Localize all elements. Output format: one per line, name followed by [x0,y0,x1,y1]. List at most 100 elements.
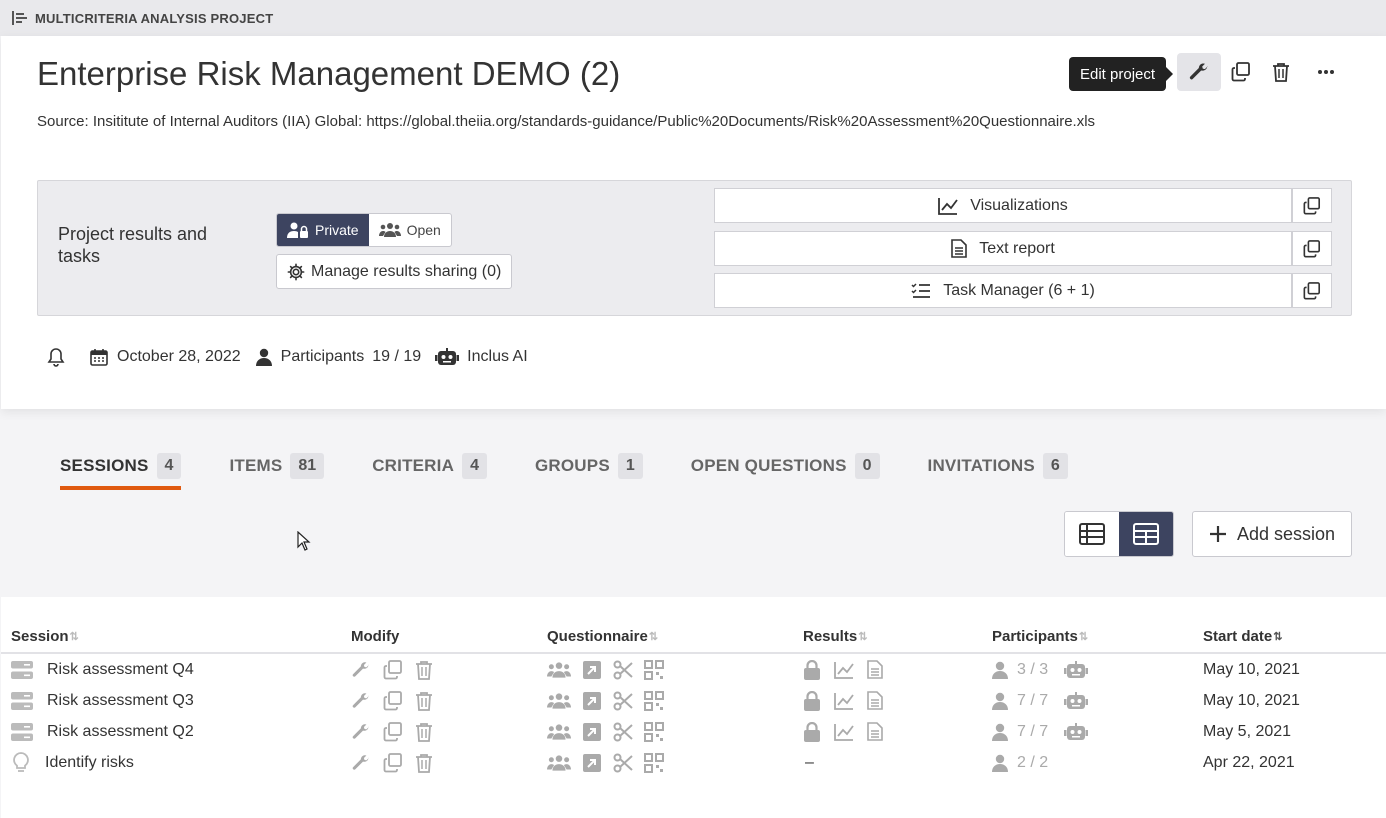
project-meta: October 28, 2022 Participants 19 / 19 In… [47,347,528,367]
visualizations-button[interactable]: Visualizations [714,188,1292,223]
more-options-button[interactable] [1304,53,1348,91]
open-external-icon[interactable] [582,753,602,773]
copy-icon [1303,239,1321,257]
table-row[interactable]: Risk assessment Q4 3 / 3 May 10, 2021 [1,654,1386,685]
edit-project-tooltip: Edit project [1069,57,1174,91]
trash-icon[interactable] [415,753,433,773]
lock-icon[interactable] [803,659,821,680]
notifications-button[interactable] [47,347,65,367]
modify-actions [351,685,433,716]
mouse-cursor-icon [297,531,311,551]
copy-icon[interactable] [383,659,403,680]
wrench-icon[interactable] [351,691,371,711]
open-external-icon[interactable] [582,660,602,680]
wrench-icon[interactable] [351,753,371,773]
sort-icon: ⇅ [858,631,867,643]
session-name[interactable]: Identify risks [45,747,134,778]
start-date: May 5, 2021 [1203,722,1292,740]
sort-icon: ⇅ [1078,631,1088,643]
table-row[interactable]: Risk assessment Q3 7 / 7 May 10, 2021 [1,685,1386,716]
table-view-button[interactable] [1119,512,1173,556]
document-icon [951,239,968,258]
copy-icon[interactable] [383,721,403,742]
tab-open-questions[interactable]: OPEN QUESTIONS 0 [691,452,880,480]
results-panel: Project results and tasks Private Open M… [37,180,1352,316]
tab-groups[interactable]: GROUPS 1 [535,452,643,480]
server-icon [11,716,33,747]
trash-icon[interactable] [415,691,433,711]
bell-icon [47,348,65,367]
participants-cell: 3 / 3 [991,654,1089,685]
column-header-label: Results [803,628,858,645]
chart-line-icon[interactable] [834,692,854,710]
qr-code-icon[interactable] [644,659,664,680]
copy-task-manager-link-button[interactable] [1292,273,1332,308]
copy-icon[interactable] [383,752,403,773]
column-header-participants[interactable]: Participants ⇅ [992,628,1088,645]
document-icon[interactable] [867,722,883,741]
trash-icon[interactable] [415,722,433,742]
scissors-icon[interactable] [613,691,633,711]
edit-project-button[interactable] [1177,53,1221,91]
qr-code-icon[interactable] [644,752,664,773]
tab-sessions[interactable]: SESSIONS 4 [60,452,182,490]
server-icon [11,685,33,716]
add-session-button[interactable]: Add session [1192,511,1352,557]
tab-count: 4 [462,453,487,479]
scissors-icon[interactable] [613,753,633,773]
session-name[interactable]: Risk assessment Q3 [47,685,194,716]
qr-code-icon[interactable] [644,721,664,742]
scissors-icon[interactable] [613,660,633,680]
lock-icon[interactable] [803,690,821,711]
tab-count: 4 [156,453,182,479]
users-icon[interactable] [547,754,571,772]
open-label: Open [406,222,441,238]
column-header-session[interactable]: Session ⇅ [11,628,79,645]
participants-count: 19 / 19 [372,348,422,365]
chart-line-icon[interactable] [834,723,854,741]
copy-icon [1303,281,1321,299]
column-header-results[interactable]: Results ⇅ [803,628,867,645]
document-icon[interactable] [867,691,883,710]
users-icon[interactable] [547,661,571,679]
chart-line-icon[interactable] [834,661,854,679]
tab-count: 1 [617,453,643,479]
qr-code-icon[interactable] [644,690,664,711]
manage-results-sharing-button[interactable]: Manage results sharing (0) [276,254,513,289]
trash-icon[interactable] [415,660,433,680]
robot-icon[interactable] [1064,660,1089,679]
tab-items[interactable]: ITEMS 81 [229,452,325,480]
questionnaire-actions [547,716,664,747]
users-icon[interactable] [547,723,571,741]
sort-icon: ⇅ [69,631,79,643]
table-row[interactable]: Risk assessment Q2 7 / 7 May 5, 2021 [1,716,1386,747]
duplicate-project-button[interactable] [1219,53,1263,91]
copy-text-report-link-button[interactable] [1292,231,1332,266]
delete-project-button[interactable] [1259,53,1303,91]
tab-criteria[interactable]: CRITERIA 4 [372,452,487,480]
robot-icon[interactable] [1064,691,1089,710]
robot-icon[interactable] [1064,722,1089,741]
task-manager-button[interactable]: Task Manager (6 + 1) [714,273,1292,308]
open-external-icon[interactable] [582,722,602,742]
private-toggle-button[interactable]: Private [277,214,369,246]
session-name[interactable]: Risk assessment Q2 [47,716,194,747]
copy-icon[interactable] [383,690,403,711]
chart-line-icon [938,197,958,215]
tab-invitations[interactable]: INVITATIONS 6 [928,452,1068,480]
text-report-button[interactable]: Text report [714,231,1292,266]
table-row[interactable]: Identify risks – 2 / 2 Apr 22, 2021 [1,747,1386,778]
session-name[interactable]: Risk assessment Q4 [47,654,194,685]
copy-visualizations-link-button[interactable] [1292,188,1332,223]
column-header-start-date[interactable]: Start date ⇅ [1203,628,1282,645]
column-header-questionnaire[interactable]: Questionnaire ⇅ [547,628,658,645]
wrench-icon[interactable] [351,722,371,742]
document-icon[interactable] [867,660,883,679]
open-toggle-button[interactable]: Open [369,214,451,246]
wrench-icon[interactable] [351,660,371,680]
users-icon[interactable] [547,692,571,710]
scissors-icon[interactable] [613,722,633,742]
open-external-icon[interactable] [582,691,602,711]
lock-icon[interactable] [803,721,821,742]
list-view-button[interactable] [1065,512,1119,556]
